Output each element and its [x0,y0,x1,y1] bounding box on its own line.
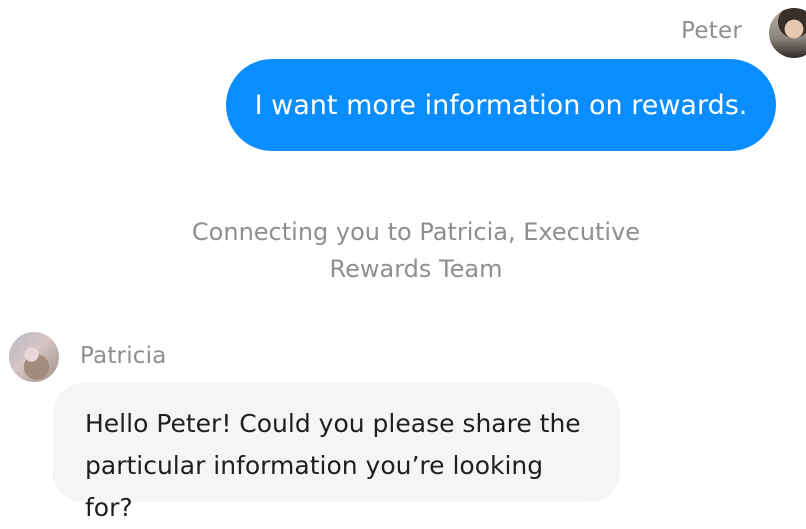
incoming-message-bubble: Hello Peter! Could you please share the … [53,383,620,522]
outgoing-message-bubble: I want more information on rewards. [226,59,776,151]
patricia-avatar-icon [9,332,59,382]
outgoing-message-text: I want more information on rewards. [254,89,748,121]
system-message: Connecting you to Patricia, Executive Re… [191,218,641,283]
sender-name-patricia: Patricia [80,343,167,369]
sender-name-peter: Peter [681,18,742,44]
peter-avatar-icon [769,8,806,58]
incoming-message-text: Hello Peter! Could you please share the … [85,409,581,522]
